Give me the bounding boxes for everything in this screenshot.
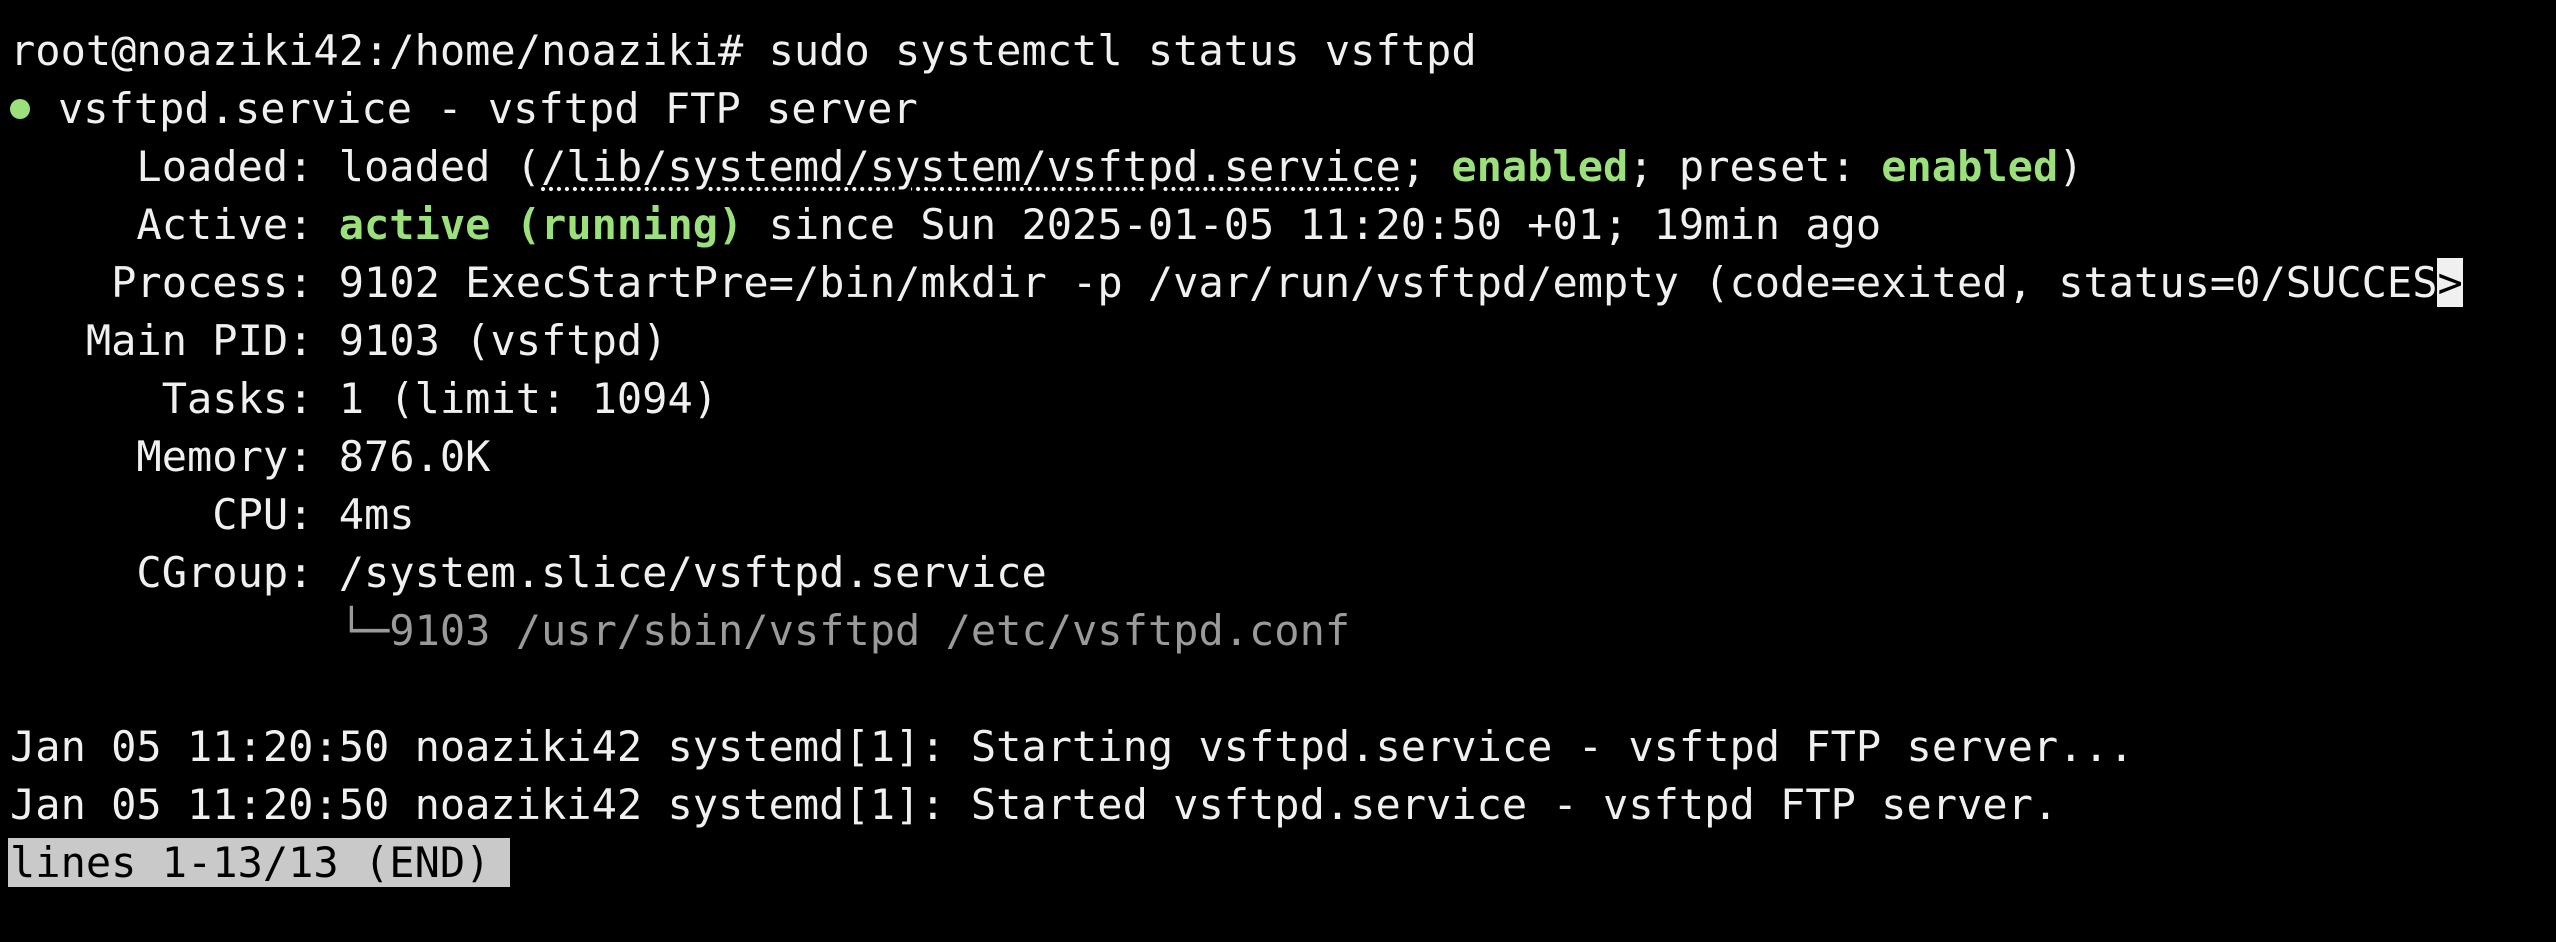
cgroup-process-line: └─9103 /usr/sbin/vsftpd /etc/vsftpd.conf (10, 602, 1350, 660)
cpu-value: 4ms (338, 490, 415, 539)
enabled-state: enabled (1451, 142, 1629, 191)
log-line: Jan 05 11:20:50 noaziki42 systemd[1]: St… (10, 722, 2135, 771)
command-line: root@noaziki42:/home/noaziki# sudo syste… (10, 22, 1477, 80)
memory-line: Memory: 876.0K (10, 428, 490, 486)
memory-label: Memory: (10, 432, 339, 481)
process-value: 9102 ExecStartPre=/bin/mkdir -p /var/run… (338, 258, 2438, 307)
log-line: Jan 05 11:20:50 noaziki42 systemd[1]: St… (10, 780, 2059, 829)
unit-title: vsftpd.service - vsftpd FTP server (58, 84, 918, 133)
unit-title-line: vsftpd.service - vsftpd FTP server (10, 80, 918, 138)
active-since: since Sun 2025-01-05 11:20:50 +01; 19min… (743, 200, 1882, 249)
cgroup-tree-prefix: └─ (10, 606, 390, 655)
process-label: Process: (10, 258, 339, 307)
pager-status: lines 1-13/13 (END) (8, 838, 511, 887)
memory-value: 876.0K (338, 432, 491, 481)
cgroup-line: CGroup: /system.slice/vsftpd.service (10, 544, 1047, 602)
active-state: active (running) (338, 200, 744, 249)
command-text: sudo systemctl status vsftpd (768, 26, 1477, 75)
tasks-label: Tasks: (10, 374, 339, 423)
process-line: Process: 9102 ExecStartPre=/bin/mkdir -p… (10, 254, 2463, 312)
cgroup-value: /system.slice/vsftpd.service (338, 548, 1047, 597)
loaded-separator: ; (1400, 142, 1452, 191)
tasks-value: 1 (limit: 1094) (338, 374, 719, 423)
loaded-label: Loaded: (10, 142, 339, 191)
cpu-line: CPU: 4ms (10, 486, 415, 544)
status-dot-icon (10, 98, 30, 119)
cgroup-process: 9103 /usr/sbin/vsftpd /etc/vsftpd.conf (389, 606, 1351, 655)
unit-file-link[interactable]: /lib/systemd/system/vsftpd.service (541, 142, 1401, 191)
mainpid-label: Main PID: (10, 316, 339, 365)
cpu-label: CPU: (10, 490, 339, 539)
loaded-suffix: ) (2058, 142, 2084, 191)
loaded-prefix: loaded ( (338, 142, 542, 191)
terminal-window[interactable]: root@noaziki42:/home/noaziki# sudo syste… (0, 0, 2556, 942)
tasks-line: Tasks: 1 (limit: 1094) (10, 370, 718, 428)
loaded-line: Loaded: loaded (/lib/systemd/system/vsft… (10, 138, 2084, 196)
active-label: Active: (10, 200, 339, 249)
mainpid-line: Main PID: 9103 (vsftpd) (10, 312, 668, 370)
shell-prompt: root@noaziki42:/home/noaziki# (10, 26, 769, 75)
preset-state: enabled (1881, 142, 2059, 191)
pager-status-line[interactable]: lines 1-13/13 (END) (8, 834, 511, 892)
cgroup-label: CGroup: (10, 548, 339, 597)
truncation-marker: > (2437, 258, 2463, 307)
mainpid-value: 9103 (vsftpd) (338, 316, 668, 365)
active-line: Active: active (running) since Sun 2025-… (10, 196, 1881, 254)
preset-label: ; preset: (1628, 142, 1882, 191)
